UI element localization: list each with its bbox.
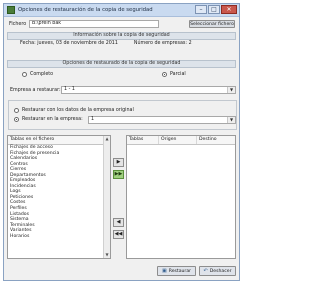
target-group	[8, 100, 237, 130]
backup-info-row: Fecha: jueves, 03 de noviembre de 2011 N…	[20, 41, 192, 46]
complete-label: Completo	[30, 72, 54, 77]
tables-list-header: Tablas en el fichero	[8, 136, 110, 145]
app-icon	[7, 6, 15, 14]
tables-scrollbar[interactable]: ▲ ▼	[103, 136, 110, 258]
grid-col-tables[interactable]: Tablas	[127, 136, 159, 144]
target-original-option[interactable]: Restaurar con los datos de la empresa or…	[14, 108, 134, 113]
company-select[interactable]: 1 - 1 ▼	[61, 86, 236, 94]
partial-radio[interactable]	[162, 72, 167, 77]
complete-option[interactable]: Completo	[22, 72, 53, 77]
selected-tables-grid[interactable]: Tablas Origen Destino	[126, 135, 236, 259]
restore-label: Restaurar	[168, 268, 192, 274]
select-file-button[interactable]: Seleccionar fichero	[189, 20, 235, 28]
scroll-up-icon[interactable]: ▲	[104, 136, 110, 142]
target-company-label: Restaurar en la empresa:	[22, 117, 83, 122]
file-label: Fichero	[9, 21, 27, 27]
add-table-button[interactable]: ▶	[113, 158, 124, 167]
target-original-label: Restaurar con los datos de la empresa or…	[22, 108, 134, 113]
company-count: Número de empresas: 2	[133, 41, 192, 46]
remove-all-tables-button[interactable]: ◀◀	[113, 230, 124, 239]
restore-icon: ▣	[161, 268, 167, 274]
grid-col-destination[interactable]: Destino	[197, 136, 235, 144]
window-title: Opciones de restauración de la copia de …	[18, 7, 153, 13]
complete-radio[interactable]	[22, 72, 27, 77]
grid-col-origin[interactable]: Origen	[159, 136, 197, 144]
company-value: 1 - 1	[64, 87, 75, 92]
grid-header: Tablas Origen Destino	[127, 136, 235, 145]
file-path-field[interactable]: B:\prein bak	[29, 20, 159, 28]
undo-icon: ↶	[203, 268, 208, 274]
backup-date: Fecha: jueves, 03 de noviembre de 2011	[20, 41, 118, 46]
add-all-tables-button[interactable]: ▶▶	[113, 170, 124, 179]
file-row: Fichero B:\prein bak Seleccionar fichero	[9, 20, 235, 28]
backup-info-header: Información sobre la copia de seguridad	[7, 32, 236, 40]
undo-label: Deshacer	[209, 268, 232, 274]
close-icon[interactable]: ✕	[221, 5, 237, 14]
partial-option[interactable]: Parcial	[162, 72, 186, 77]
restore-button[interactable]: ▣ Restaurar	[157, 266, 196, 276]
tables-items: Fichajes de acceso Fichajes de presencia C…	[8, 145, 110, 239]
restore-dialog: Opciones de restauración de la copia de …	[3, 3, 240, 281]
target-company-option[interactable]: Restaurar en la empresa:	[14, 117, 83, 122]
scroll-down-icon[interactable]: ▼	[104, 252, 110, 258]
maximize-icon[interactable]: □	[208, 5, 220, 14]
target-company-select[interactable]: 1 ▼	[88, 116, 236, 124]
chevron-down-icon[interactable]: ▼	[227, 117, 235, 123]
window-controls: – □ ✕	[195, 5, 237, 14]
target-company-value: 1	[91, 117, 95, 122]
undo-button[interactable]: ↶ Deshacer	[199, 266, 236, 276]
tables-listbox[interactable]: Tablas en el fichero Fichajes de acceso F…	[7, 135, 111, 259]
table-list-item[interactable]: Horarios	[8, 234, 110, 240]
partial-label: Parcial	[170, 72, 186, 77]
chevron-down-icon[interactable]: ▼	[227, 87, 235, 93]
remove-table-button[interactable]: ◀	[113, 218, 124, 227]
company-label: Empresa a restaurar:	[10, 88, 61, 93]
title-bar: Opciones de restauración de la copia de …	[4, 4, 239, 17]
target-company-radio[interactable]	[14, 117, 19, 122]
target-original-radio[interactable]	[14, 108, 19, 113]
minimize-icon[interactable]: –	[195, 5, 207, 14]
restore-options-header: Opciones de restaurado de la copia de se…	[7, 60, 236, 68]
